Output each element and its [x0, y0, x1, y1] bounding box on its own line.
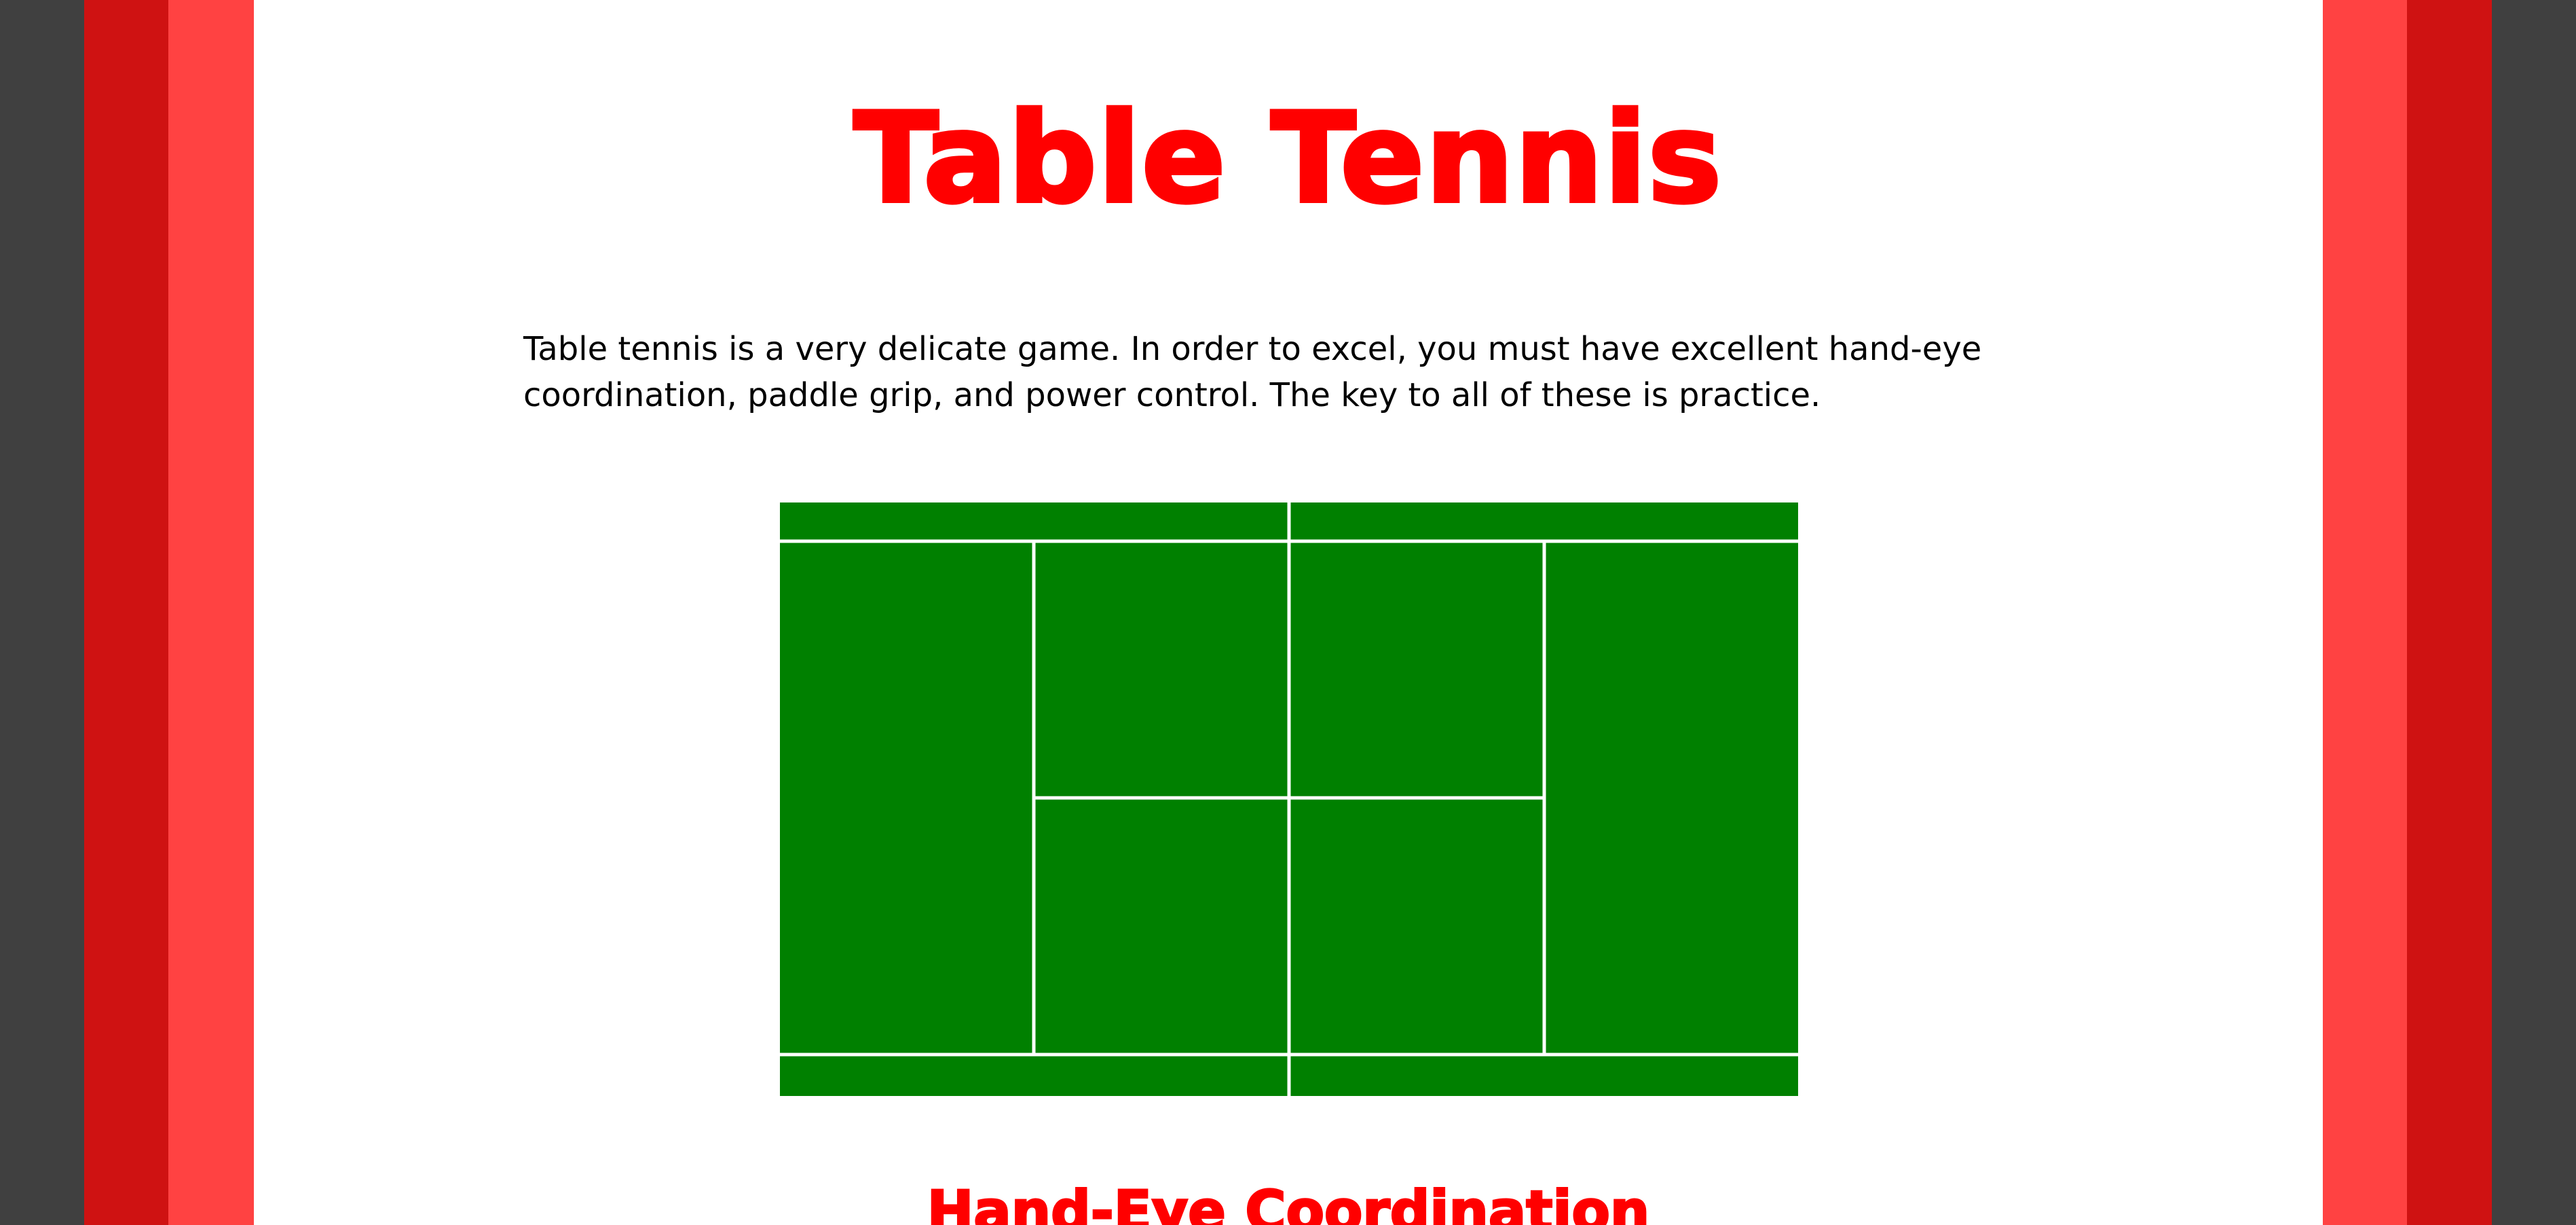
frame-stripe-pink-left — [168, 0, 254, 1225]
frame-stripe-dark-right — [2492, 0, 2576, 1225]
frame-stripe-red-right — [2407, 0, 2492, 1225]
court-graphic — [780, 502, 1798, 1096]
frame-stripe-dark-left — [0, 0, 84, 1225]
frame-stripe-pink-right — [2323, 0, 2407, 1225]
frame-stripe-red-left — [84, 0, 168, 1225]
intro-paragraph: Table tennis is a very delicate game. In… — [523, 330, 1982, 414]
court-illustration — [780, 502, 1798, 1096]
page-title: Table Tennis — [852, 84, 1723, 232]
page-content: Table Tennis Table tennis is a very deli… — [254, 0, 2323, 1225]
section-heading: Hand-Eye Coordination — [926, 1179, 1651, 1225]
